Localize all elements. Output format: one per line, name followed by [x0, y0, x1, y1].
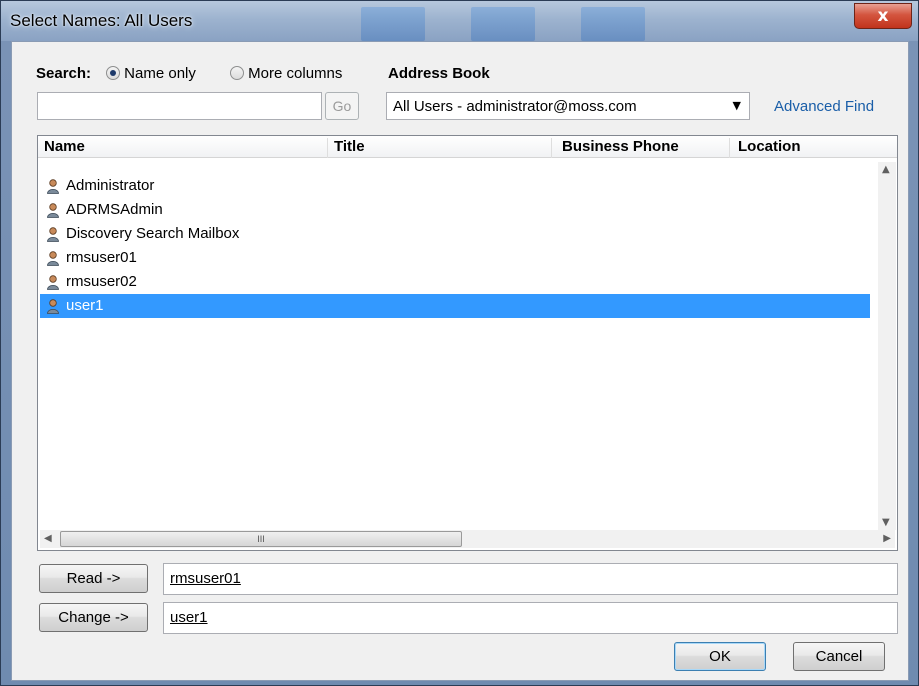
list-item-name: Discovery Search Mailbox: [66, 225, 240, 242]
column-header-business-phone[interactable]: Business Phone: [552, 138, 730, 158]
taskbar-thumbnail: [581, 7, 645, 41]
close-button[interactable]: x: [854, 3, 912, 29]
read-field-value[interactable]: rmsuser01: [170, 570, 241, 587]
cancel-button-label: Cancel: [815, 648, 863, 665]
list-header: Name Title Business Phone Location: [38, 136, 897, 158]
taskbar-thumbnail: [471, 7, 535, 41]
scroll-down-icon[interactable]: ▼: [882, 517, 890, 528]
search-label: Search:: [36, 65, 92, 82]
user-icon: [47, 251, 59, 266]
scroll-right-icon[interactable]: ▶: [883, 533, 891, 544]
address-book-dropdown[interactable]: All Users - administrator@moss.com ▼: [386, 92, 750, 120]
radio-checked-icon: [106, 66, 120, 80]
radio-more-columns[interactable]: More columns: [230, 65, 342, 82]
scroll-grip-icon: III: [257, 534, 265, 544]
list-item-name: Administrator: [66, 177, 155, 194]
address-book-label: Address Book: [388, 65, 490, 82]
list-item-selected[interactable]: user1: [40, 294, 870, 318]
list-item-name: user1: [66, 297, 104, 314]
list-item-name: rmsuser02: [66, 273, 137, 290]
column-header-name[interactable]: Name: [38, 138, 328, 158]
column-header-location[interactable]: Location: [730, 138, 896, 158]
change-button[interactable]: Change ->: [39, 603, 148, 632]
change-button-label: Change ->: [58, 609, 129, 626]
close-icon: x: [877, 6, 889, 26]
change-field[interactable]: user1: [163, 602, 898, 634]
horizontal-scroll-thumb[interactable]: III: [60, 531, 462, 547]
list-item[interactable]: rmsuser02: [40, 270, 870, 294]
name-list[interactable]: Name Title Business Phone Location Admin…: [37, 135, 898, 551]
radio-unchecked-icon: [230, 66, 244, 80]
horizontal-scrollbar[interactable]: ◀ III ▶: [40, 530, 895, 548]
go-button-label: Go: [332, 98, 352, 114]
window-title: Select Names: All Users: [10, 11, 193, 30]
list-item[interactable]: Discovery Search Mailbox: [40, 222, 870, 246]
vertical-scrollbar[interactable]: ▲ ▼: [878, 162, 896, 530]
user-icon: [47, 203, 59, 218]
scroll-left-icon[interactable]: ◀: [44, 533, 52, 544]
list-item[interactable]: Administrator: [40, 174, 870, 198]
address-book-selected: All Users - administrator@moss.com: [393, 98, 637, 115]
dialog-body: Search: Name only More columns Address B…: [11, 41, 909, 681]
radio-name-only-label: Name only: [124, 65, 196, 82]
list-item-name: ADRMSAdmin: [66, 201, 163, 218]
read-button-label: Read ->: [66, 570, 121, 587]
dialog-window: Select Names: All Users x Search: Name o…: [0, 0, 919, 686]
advanced-find-link[interactable]: Advanced Find: [774, 98, 874, 115]
read-button[interactable]: Read ->: [39, 564, 148, 593]
list-item-name: rmsuser01: [66, 249, 137, 266]
radio-name-only[interactable]: Name only: [106, 65, 196, 82]
user-icon: [47, 179, 59, 194]
user-icon: [47, 299, 59, 314]
scroll-up-icon[interactable]: ▲: [882, 164, 890, 175]
chevron-down-icon: ▼: [732, 99, 741, 112]
search-input[interactable]: [37, 92, 322, 120]
user-icon: [47, 227, 59, 242]
go-button[interactable]: Go: [325, 92, 359, 120]
taskbar-thumbnail: [361, 7, 425, 41]
cancel-button[interactable]: Cancel: [793, 642, 885, 671]
radio-more-columns-label: More columns: [248, 65, 343, 82]
read-field[interactable]: rmsuser01: [163, 563, 898, 595]
list-item[interactable]: ADRMSAdmin: [40, 198, 870, 222]
user-icon: [47, 275, 59, 290]
change-field-value[interactable]: user1: [170, 609, 208, 626]
ok-button-label: OK: [709, 648, 731, 665]
column-header-title[interactable]: Title: [328, 138, 552, 158]
ok-button[interactable]: OK: [674, 642, 766, 671]
list-item[interactable]: rmsuser01: [40, 246, 870, 270]
title-bar[interactable]: Select Names: All Users x: [1, 1, 918, 41]
